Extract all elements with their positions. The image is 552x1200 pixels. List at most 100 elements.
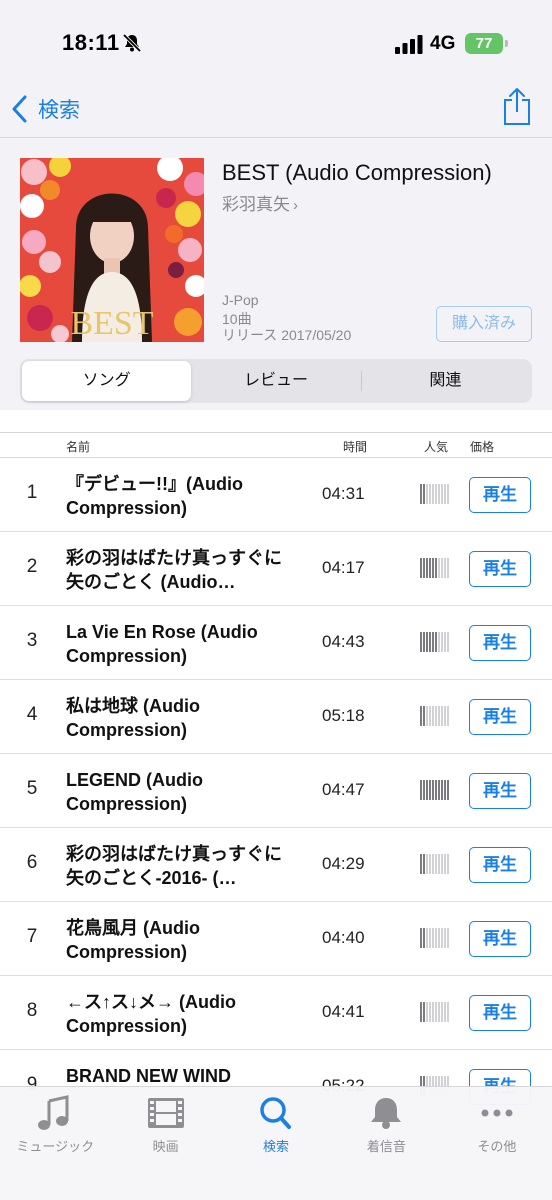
popularity-bar: [423, 632, 425, 652]
segment-songs[interactable]: ソング: [22, 361, 192, 401]
popularity-bar: [444, 558, 446, 578]
popularity-bar: [420, 484, 422, 504]
track-duration: 05:18: [322, 706, 365, 725]
popularity-bar: [432, 706, 434, 726]
popularity-bar: [435, 1002, 437, 1022]
column-name: 名前: [66, 440, 91, 454]
popularity-bar: [423, 558, 425, 578]
track-row[interactable]: 2 彩の羽はばたけ真っすぐに矢のごとく (Audio… 04:17 再生: [0, 532, 552, 606]
play-button[interactable]: 再生: [469, 477, 531, 513]
track-name: 花鳥風月 (Audio Compression): [66, 918, 200, 962]
popularity-bar: [444, 854, 446, 874]
track-name: 彩の羽はばたけ真っすぐに矢のごとく-2016- (…: [66, 844, 282, 888]
tab-more-label: その他: [477, 1139, 517, 1154]
popularity-meter: [420, 1002, 450, 1022]
track-duration: 04:40: [322, 928, 365, 947]
popularity-bar: [435, 780, 437, 800]
popularity-bar: [441, 632, 443, 652]
popularity-bar: [435, 558, 437, 578]
popularity-bar: [438, 632, 440, 652]
popularity-bar: [444, 632, 446, 652]
play-button[interactable]: 再生: [469, 921, 531, 957]
play-button[interactable]: 再生: [469, 995, 531, 1031]
popularity-bar: [441, 1002, 443, 1022]
popularity-bar: [447, 1002, 449, 1022]
segment-related[interactable]: 関連: [360, 361, 530, 401]
popularity-bar: [447, 558, 449, 578]
play-button[interactable]: 再生: [469, 847, 531, 883]
popularity-bar: [426, 706, 428, 726]
track-row[interactable]: 3 La Vie En Rose (Audio Compression) 04:43…: [0, 606, 552, 680]
status-bar: 18:11 4G 77: [0, 0, 552, 80]
popularity-bar: [432, 928, 434, 948]
signal-icon: [395, 35, 423, 54]
popularity-bar: [426, 854, 428, 874]
tab-search[interactable]: 検索: [221, 1087, 331, 1200]
popularity-bar: [426, 632, 428, 652]
nav-bar: 検索: [0, 80, 552, 138]
popularity-bar: [429, 780, 431, 800]
popularity-bar: [423, 854, 425, 874]
tab-movies-label: 映画: [152, 1139, 179, 1154]
play-button[interactable]: 再生: [469, 625, 531, 661]
back-button[interactable]: 検索: [10, 92, 80, 126]
status-time: 18:11: [62, 30, 120, 55]
play-button[interactable]: 再生: [469, 699, 531, 735]
popularity-bar: [420, 706, 422, 726]
popularity-bar: [426, 484, 428, 504]
tab-ringtones[interactable]: 着信音: [331, 1087, 441, 1200]
popularity-bar: [429, 928, 431, 948]
track-row[interactable]: 6 彩の羽はばたけ真っすぐに矢のごとく-2016- (… 04:29 再生: [0, 828, 552, 902]
back-label: 検索: [38, 99, 80, 122]
play-button[interactable]: 再生: [469, 551, 531, 587]
popularity-bar: [420, 1002, 422, 1022]
search-icon: [260, 1097, 292, 1129]
album-cover-image[interactable]: BEST: [20, 158, 204, 342]
album-release-date: リリース 2017/05/20: [222, 327, 352, 343]
popularity-bar: [438, 928, 440, 948]
popularity-bar: [420, 928, 422, 948]
track-row[interactable]: 1 『デビュー!!』(Audio Compression) 04:31 再生: [0, 458, 552, 532]
segment-reviews[interactable]: レビュー: [191, 361, 360, 401]
bell-slash-icon: [122, 33, 142, 53]
popularity-bar: [438, 706, 440, 726]
track-row[interactable]: 4 私は地球 (Audio Compression) 05:18 再生: [0, 680, 552, 754]
track-row[interactable]: 7 花鳥風月 (Audio Compression) 04:40 再生: [0, 902, 552, 976]
popularity-bar: [423, 1002, 425, 1022]
popularity-bar: [447, 928, 449, 948]
segment-reviews-label: レビュー: [243, 372, 308, 389]
popularity-bar: [432, 780, 434, 800]
popularity-bar: [444, 928, 446, 948]
track-row[interactable]: 8 ←ス↑ス↓メ→ (Audio Compression) 04:41 再生: [0, 976, 552, 1050]
track-number: 1: [26, 482, 38, 503]
chevron-left-icon: [12, 95, 27, 123]
network-type: 4G: [430, 33, 456, 54]
track-row[interactable]: 5 LEGEND (Audio Compression) 04:47 再生: [0, 754, 552, 828]
play-button[interactable]: 再生: [469, 773, 531, 809]
popularity-bar: [429, 632, 431, 652]
track-name: LEGEND (Audio Compression): [66, 770, 203, 814]
track-number: 8: [26, 1000, 38, 1021]
popularity-bar: [444, 780, 446, 800]
more-icon: [481, 1109, 513, 1117]
tab-more[interactable]: その他: [442, 1087, 552, 1200]
purchased-button[interactable]: 購入済み: [436, 306, 532, 342]
battery-indicator: 77: [465, 33, 503, 54]
tab-music[interactable]: ミュージック: [0, 1087, 110, 1200]
track-duration: 04:17: [322, 558, 365, 577]
artist-link[interactable]: 彩羽真矢 ›: [222, 190, 298, 215]
popularity-bar: [435, 854, 437, 874]
track-number: 3: [26, 630, 38, 651]
track-list: 1 『デビュー!!』(Audio Compression) 04:31 再生 2 彩の羽は…: [0, 458, 552, 1124]
tab-movies[interactable]: 映画: [110, 1087, 220, 1200]
popularity-bar: [426, 1002, 428, 1022]
popularity-bar: [432, 1002, 434, 1022]
popularity-bar: [444, 1002, 446, 1022]
share-icon[interactable]: [502, 86, 532, 126]
popularity-bar: [447, 706, 449, 726]
track-duration: 04:31: [322, 484, 365, 503]
popularity-bar: [432, 484, 434, 504]
popularity-bar: [432, 854, 434, 874]
popularity-bar: [438, 780, 440, 800]
popularity-meter: [420, 706, 450, 726]
